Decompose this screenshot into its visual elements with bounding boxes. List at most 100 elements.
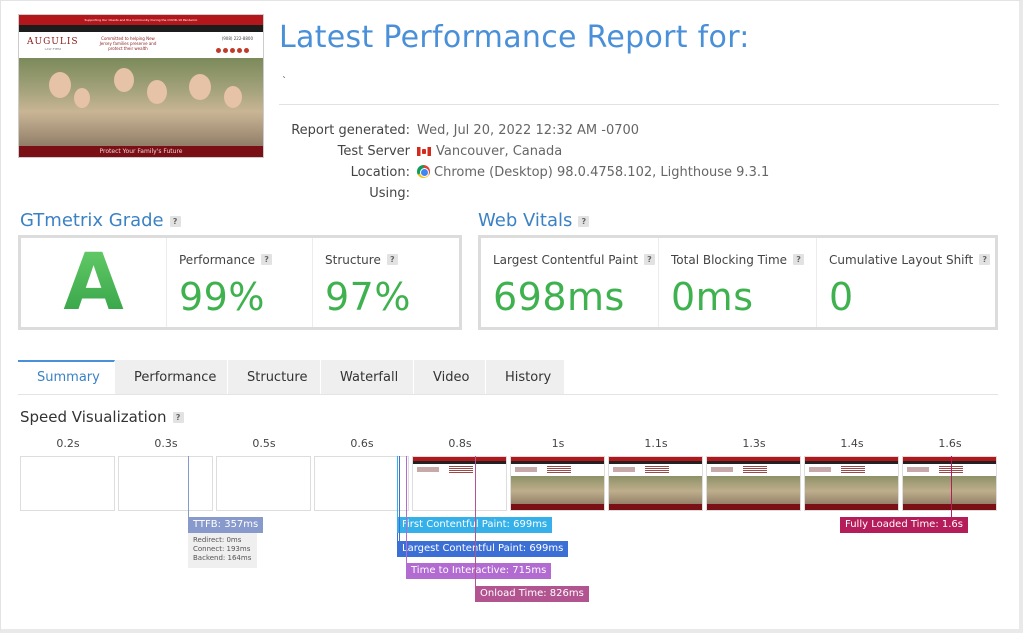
thumb-topbar: Supporting Our Clients and the Community…: [19, 15, 263, 25]
fully-loaded-label[interactable]: Fully Loaded Time: 1.6s: [840, 517, 968, 533]
using-label: Using:: [369, 186, 410, 201]
filmstrip-frame-blank[interactable]: [314, 456, 409, 511]
help-icon[interactable]: ?: [979, 254, 991, 265]
time-label: 1.6s: [938, 437, 962, 450]
structure-cell: Structure? 97%: [312, 238, 459, 327]
thumb-logo-sub: LAW FIRM: [44, 47, 62, 51]
report-title: Latest Performance Report for:: [279, 20, 750, 55]
help-icon[interactable]: ?: [643, 254, 655, 265]
filmstrip: [0, 456, 1023, 514]
grade-panel: A Performance? 99% Structure? 97%: [18, 235, 462, 330]
lcp-cell: Largest Contentful Paint? 698ms: [481, 238, 658, 327]
help-icon[interactable]: ?: [386, 254, 398, 265]
location-value: Vancouver, Canada: [436, 144, 563, 159]
filmstrip-frame-loaded[interactable]: [706, 456, 801, 511]
report-meta-values: Wed, Jul 20, 2022 12:32 AM -0700 Vancouv…: [417, 120, 769, 183]
onload-marker: [475, 456, 476, 586]
time-label: 0.8s: [448, 437, 472, 450]
tab-performance[interactable]: Performance: [115, 360, 228, 395]
help-icon[interactable]: ?: [793, 254, 805, 265]
grade-heading-text: GTmetrix Grade: [20, 210, 164, 231]
generated-value: Wed, Jul 20, 2022 12:32 AM -0700: [417, 123, 640, 138]
thumb-logo-text: AUGULIS: [27, 37, 79, 47]
time-label: 1.4s: [840, 437, 864, 450]
thumb-phone: (908) 222-8800: [221, 36, 253, 41]
thumb-tagline: Committed to helping New Jersey families…: [99, 36, 157, 51]
ttfb-details: Redirect: 0ms Connect: 193ms Backend: 16…: [188, 533, 257, 568]
vitals-heading-text: Web Vitals: [478, 210, 573, 231]
tab-summary[interactable]: Summary: [18, 360, 115, 395]
generated-label: Report generated:: [291, 123, 410, 138]
cls-cell: Cumulative Layout Shift? 0: [816, 238, 1002, 327]
report-tabs: Summary Performance Structure Waterfall …: [18, 360, 565, 395]
tbt-label-row: Total Blocking Time?: [671, 253, 805, 267]
structure-label: Structure: [325, 253, 381, 267]
performance-cell: Performance? 99%: [166, 238, 312, 327]
lcp-label: Largest Contentful Paint: [493, 253, 638, 267]
filmstrip-frame-loaded[interactable]: [608, 456, 703, 511]
filmstrip-frame-loaded[interactable]: [804, 456, 899, 511]
structure-label-row: Structure?: [325, 253, 447, 267]
lcp-label-row: Largest Contentful Paint?: [493, 253, 655, 267]
filmstrip-frame-loaded[interactable]: [902, 456, 997, 511]
location-label: Test Server Location:: [337, 144, 410, 180]
tab-underline: [18, 394, 998, 395]
tbt-value: 0ms: [671, 275, 754, 319]
thumb-logo: AUGULIS LAW FIRM: [27, 37, 79, 51]
help-icon[interactable]: ?: [578, 216, 590, 227]
time-label: 0.6s: [350, 437, 374, 450]
help-icon[interactable]: ?: [169, 216, 181, 227]
filmstrip-frame-blank[interactable]: [20, 456, 115, 511]
report-meta-labels: Report generated: Test Server Location: …: [282, 120, 410, 204]
redirect-time: Redirect: 0ms: [193, 536, 242, 544]
connect-time: Connect: 193ms: [193, 545, 251, 553]
thumb-banner: Protect Your Family's Future: [19, 146, 263, 157]
help-icon[interactable]: ?: [261, 254, 273, 265]
tti-label[interactable]: Time to Interactive: 715ms: [406, 563, 552, 579]
performance-label-row: Performance?: [179, 253, 300, 267]
time-label: 1.3s: [742, 437, 766, 450]
filmstrip-frame-loaded[interactable]: [510, 456, 605, 511]
help-icon[interactable]: ?: [172, 412, 184, 423]
thumb-social-icons: [216, 48, 249, 53]
speed-visualization-heading: Speed Visualization?: [20, 408, 184, 426]
thumb-nav: [19, 25, 263, 32]
cls-label: Cumulative Layout Shift: [829, 253, 974, 267]
ttfb-marker: [188, 456, 189, 517]
tbt-label: Total Blocking Time: [671, 253, 788, 267]
location-row: Vancouver, Canada: [417, 141, 769, 162]
tab-structure[interactable]: Structure: [228, 360, 321, 395]
filmstrip-frame-blank[interactable]: [118, 456, 213, 511]
tab-video[interactable]: Video: [414, 360, 486, 395]
timeline-labels: 0.2s 0.3s 0.5s 0.6s 0.8s 1s 1.1s 1.3s 1.…: [0, 437, 1023, 451]
time-label: 0.3s: [154, 437, 178, 450]
canada-flag-icon: [417, 147, 431, 156]
filmstrip-frame-blank[interactable]: [216, 456, 311, 511]
site-screenshot-thumbnail[interactable]: Supporting Our Clients and the Community…: [18, 14, 264, 158]
lcp-label[interactable]: Largest Contentful Paint: 699ms: [397, 541, 569, 557]
lcp-value: 698ms: [493, 275, 625, 319]
lcp-marker-lower: [397, 533, 398, 541]
tab-history[interactable]: History: [486, 360, 565, 395]
structure-value: 97%: [325, 275, 411, 319]
cls-value: 0: [829, 275, 854, 319]
using-row: Chrome (Desktop) 98.0.4758.102, Lighthou…: [417, 162, 769, 183]
report-url: `: [282, 76, 287, 87]
performance-value: 99%: [179, 275, 265, 319]
time-label: 0.5s: [252, 437, 276, 450]
grade-letter-cell: A: [21, 238, 166, 328]
time-label: 1s: [551, 437, 565, 450]
time-label: 1.1s: [644, 437, 668, 450]
using-value: Chrome (Desktop) 98.0.4758.102, Lighthou…: [434, 165, 770, 180]
backend-time: Backend: 164ms: [193, 554, 252, 562]
thumb-family-photo: [19, 58, 263, 148]
performance-label: Performance: [179, 253, 256, 267]
filmstrip-frame-partial[interactable]: [412, 456, 507, 511]
fcp-marker: [397, 456, 398, 517]
tab-waterfall[interactable]: Waterfall: [321, 360, 414, 395]
chrome-icon: [417, 165, 430, 178]
onload-label[interactable]: Onload Time: 826ms: [475, 586, 589, 602]
vitals-panel: Largest Contentful Paint? 698ms Total Bl…: [478, 235, 998, 330]
ttfb-label[interactable]: TTFB: 357ms: [188, 517, 264, 533]
divider: [279, 104, 999, 105]
